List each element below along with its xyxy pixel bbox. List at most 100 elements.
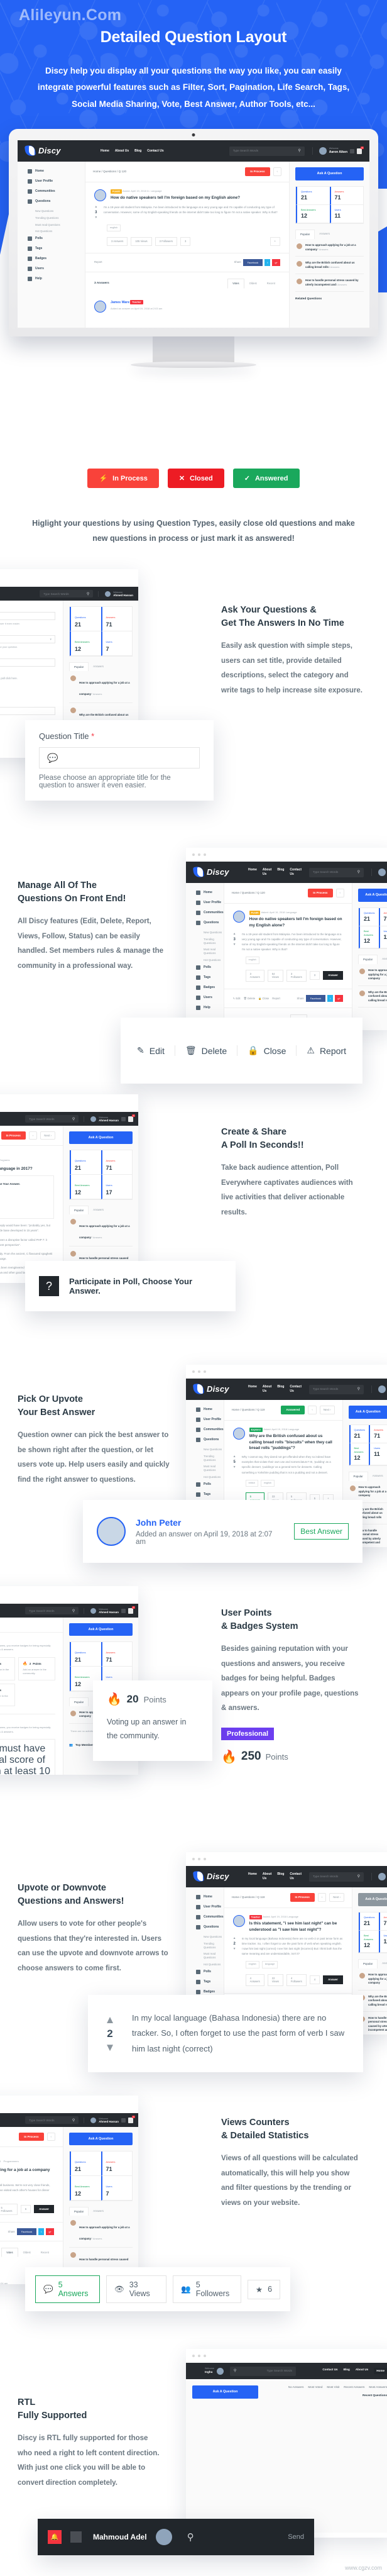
prev-page-button[interactable]: ‹	[46, 2133, 55, 2141]
sidebar-subitem-mustread[interactable]: Must read Questions	[35, 223, 85, 227]
list-item[interactable]: Why are the British confused about us ca…	[295, 257, 364, 275]
answers-stat[interactable]: 3 Answers	[107, 236, 128, 246]
close-button[interactable]: 🔒 Close	[237, 1045, 297, 1056]
breadcrumb[interactable]: Home / Questions / Q 120	[93, 170, 126, 174]
main-nav[interactable]: Home About Us Blog Contact Us	[101, 149, 164, 153]
ask-question-button[interactable]: Ask A Question	[295, 167, 364, 181]
star-stat[interactable]: 6	[20, 2205, 31, 2214]
googleplus-icon[interactable]: g+	[46, 2228, 54, 2235]
sidebar-item-home[interactable]: Home	[28, 169, 85, 174]
arrow-up-icon[interactable]: ▲	[233, 932, 236, 936]
facebook-share-button[interactable]: Facebook	[305, 994, 326, 1002]
details-input[interactable]: ✎	[0, 707, 55, 715]
sidebar-item-badges[interactable]: Badges	[28, 257, 85, 262]
prev-page-button[interactable]: ‹	[273, 167, 281, 177]
question-title[interactable]: Is this statement, "i see him last night…	[249, 1921, 343, 1933]
sidebar-subitem-new[interactable]: New Questions	[204, 931, 224, 935]
nav-item-blog[interactable]: Blog	[134, 149, 141, 153]
poll-checkbox-row[interactable]: This question is a poll? if you want to …	[0, 677, 55, 680]
minimize-dot-icon[interactable]	[198, 1858, 200, 1860]
list-item[interactable]: How to approach applying for a job at a …	[69, 2216, 133, 2248]
notifications-icon[interactable]	[128, 1114, 135, 1122]
sidebar-subitem-mustread[interactable]: Must read Questions	[204, 1952, 224, 1960]
report-button[interactable]: Report	[272, 997, 280, 1001]
twitter-icon[interactable]: t	[38, 2228, 45, 2235]
vote-column[interactable]: ▲ 3 ▼	[233, 932, 236, 953]
sidebar-subitem-hot[interactable]: Hot Questions	[204, 958, 224, 962]
sidebar-item-questions[interactable]: Questions	[196, 921, 224, 925]
googleplus-icon[interactable]: g+	[272, 258, 280, 266]
filter-most-voted[interactable]: Most Voted	[308, 2385, 322, 2389]
sidebar-subitem-mustread[interactable]: Must read Questions	[204, 948, 224, 955]
followers-stat-button[interactable]: 👥 5 Followers	[173, 2275, 241, 2303]
brand-logo[interactable]: Discy	[25, 145, 93, 157]
question-title[interactable]: How do native speakers tell I'm foreign …	[111, 195, 240, 201]
tab-popular[interactable]: Popular	[348, 1472, 368, 1482]
sidebar-item-help[interactable]: Help	[28, 277, 85, 282]
tab-oldest[interactable]: Oldest	[244, 279, 262, 289]
search-icon[interactable]: ⚲	[187, 2531, 194, 2543]
sidebar-item-user-profile[interactable]: User Profile	[196, 901, 224, 905]
search-icon[interactable]: ⚲	[357, 1874, 360, 1879]
question-title[interactable]: Is PHP still a relevant language in 2017…	[0, 1166, 33, 1172]
sidebar-subitem-trending[interactable]: Trending Questions	[204, 1942, 224, 1950]
sidebar-item-home[interactable]: Home	[196, 1895, 224, 1899]
sidebar-item-badges[interactable]: Badges	[196, 985, 224, 990]
close-dot-icon[interactable]	[192, 1858, 195, 1860]
arrow-down-icon[interactable]: ▼	[233, 1947, 236, 1951]
edit-button[interactable]: ✎ Edit	[233, 997, 241, 1001]
sidebar-item-help[interactable]: Help	[196, 1005, 224, 1010]
notifications-icon[interactable]	[357, 146, 364, 154]
nav-item-blog[interactable]: Blog	[277, 1872, 284, 1881]
breadcrumb[interactable]: Home / Questions / Q 118	[232, 1896, 265, 1899]
nav-item-about[interactable]: About Us	[356, 2368, 368, 2374]
category-link[interactable]: Language	[288, 1428, 299, 1431]
sidebar-item-tags[interactable]: Tags	[196, 1492, 224, 1497]
status-badge[interactable]: In Process	[245, 167, 270, 177]
list-item[interactable]: How to approach applying for a job at a …	[69, 1214, 133, 1246]
report-button[interactable]: Report	[94, 260, 102, 264]
tab-popular[interactable]: Popular	[69, 1206, 89, 1214]
notifications-icon[interactable]	[128, 2115, 135, 2123]
notifications-icon[interactable]	[128, 1606, 135, 1614]
tab-votes[interactable]: Votes	[1, 2247, 18, 2257]
list-item[interactable]: Why are the British confused about us ca…	[357, 986, 387, 1008]
nav-item-about[interactable]: About Us	[263, 1872, 271, 1881]
sidebar-subitem-new[interactable]: New Questions	[204, 1448, 224, 1452]
tab-answers[interactable]: Answers	[89, 2207, 108, 2216]
minimize-dot-icon[interactable]	[198, 2355, 200, 2357]
category-link[interactable]: Language	[151, 189, 162, 192]
tab-popular[interactable]: Popular	[357, 955, 378, 965]
tag[interactable]: english	[260, 1479, 275, 1487]
close-dot-icon[interactable]	[192, 853, 195, 856]
star-stat[interactable]: 3	[180, 236, 191, 246]
sidebar-subitem-new[interactable]: New Questions	[35, 209, 85, 213]
filter-most-answers[interactable]: Most Answers	[369, 2385, 387, 2389]
user-menu[interactable]	[371, 1385, 386, 1393]
filter-most-visit[interactable]: Most Visit	[327, 2385, 339, 2389]
breadcrumb[interactable]: Home / Questions / Q 120	[232, 891, 265, 895]
ask-question-button[interactable]: Ask A Question	[348, 1406, 387, 1419]
views-stat[interactable]: 105 Views	[131, 236, 152, 246]
arrow-up-icon[interactable]: ▲	[102, 2014, 118, 2026]
search-input[interactable]: Type Search Words ⚲	[309, 867, 364, 877]
arrow-down-icon[interactable]: ▼	[102, 2041, 118, 2054]
sidebar-item-users[interactable]: Users	[196, 995, 224, 1000]
sidebar-item-questions[interactable]: Questions	[28, 199, 85, 204]
sidebar-subitem-hot[interactable]: Hot Questions	[204, 1475, 224, 1479]
sidebar-item-badges[interactable]: Badges	[196, 1989, 224, 1994]
sidebar-item-questions[interactable]: Questions	[196, 1438, 224, 1442]
question-title[interactable]: How do native speakers tell I'm foreign …	[249, 916, 343, 928]
delete-button[interactable]: 🗑 Delete	[175, 1045, 238, 1056]
nav-item-home[interactable]: Home	[374, 2367, 387, 2375]
sidebar-item-communities[interactable]: Communities	[196, 1428, 224, 1432]
search-input[interactable]: ⚲ Type Search Words	[229, 2366, 296, 2376]
main-nav[interactable]: Home About Us Blog Contact Us	[248, 868, 302, 877]
sidebar-item-user-profile[interactable]: User Profile	[28, 179, 85, 184]
search-input[interactable]: Type Search Words ⚲	[25, 1115, 79, 1123]
search-icon[interactable]: ⚲	[72, 1117, 75, 1121]
tab-answers[interactable]: Answers	[315, 230, 334, 239]
sidebar-item-user-profile[interactable]: User Profile	[196, 1418, 224, 1422]
sidebar-item-polls[interactable]: Polls	[196, 1969, 224, 1974]
tab-answers[interactable]: Answers	[89, 1206, 108, 1214]
